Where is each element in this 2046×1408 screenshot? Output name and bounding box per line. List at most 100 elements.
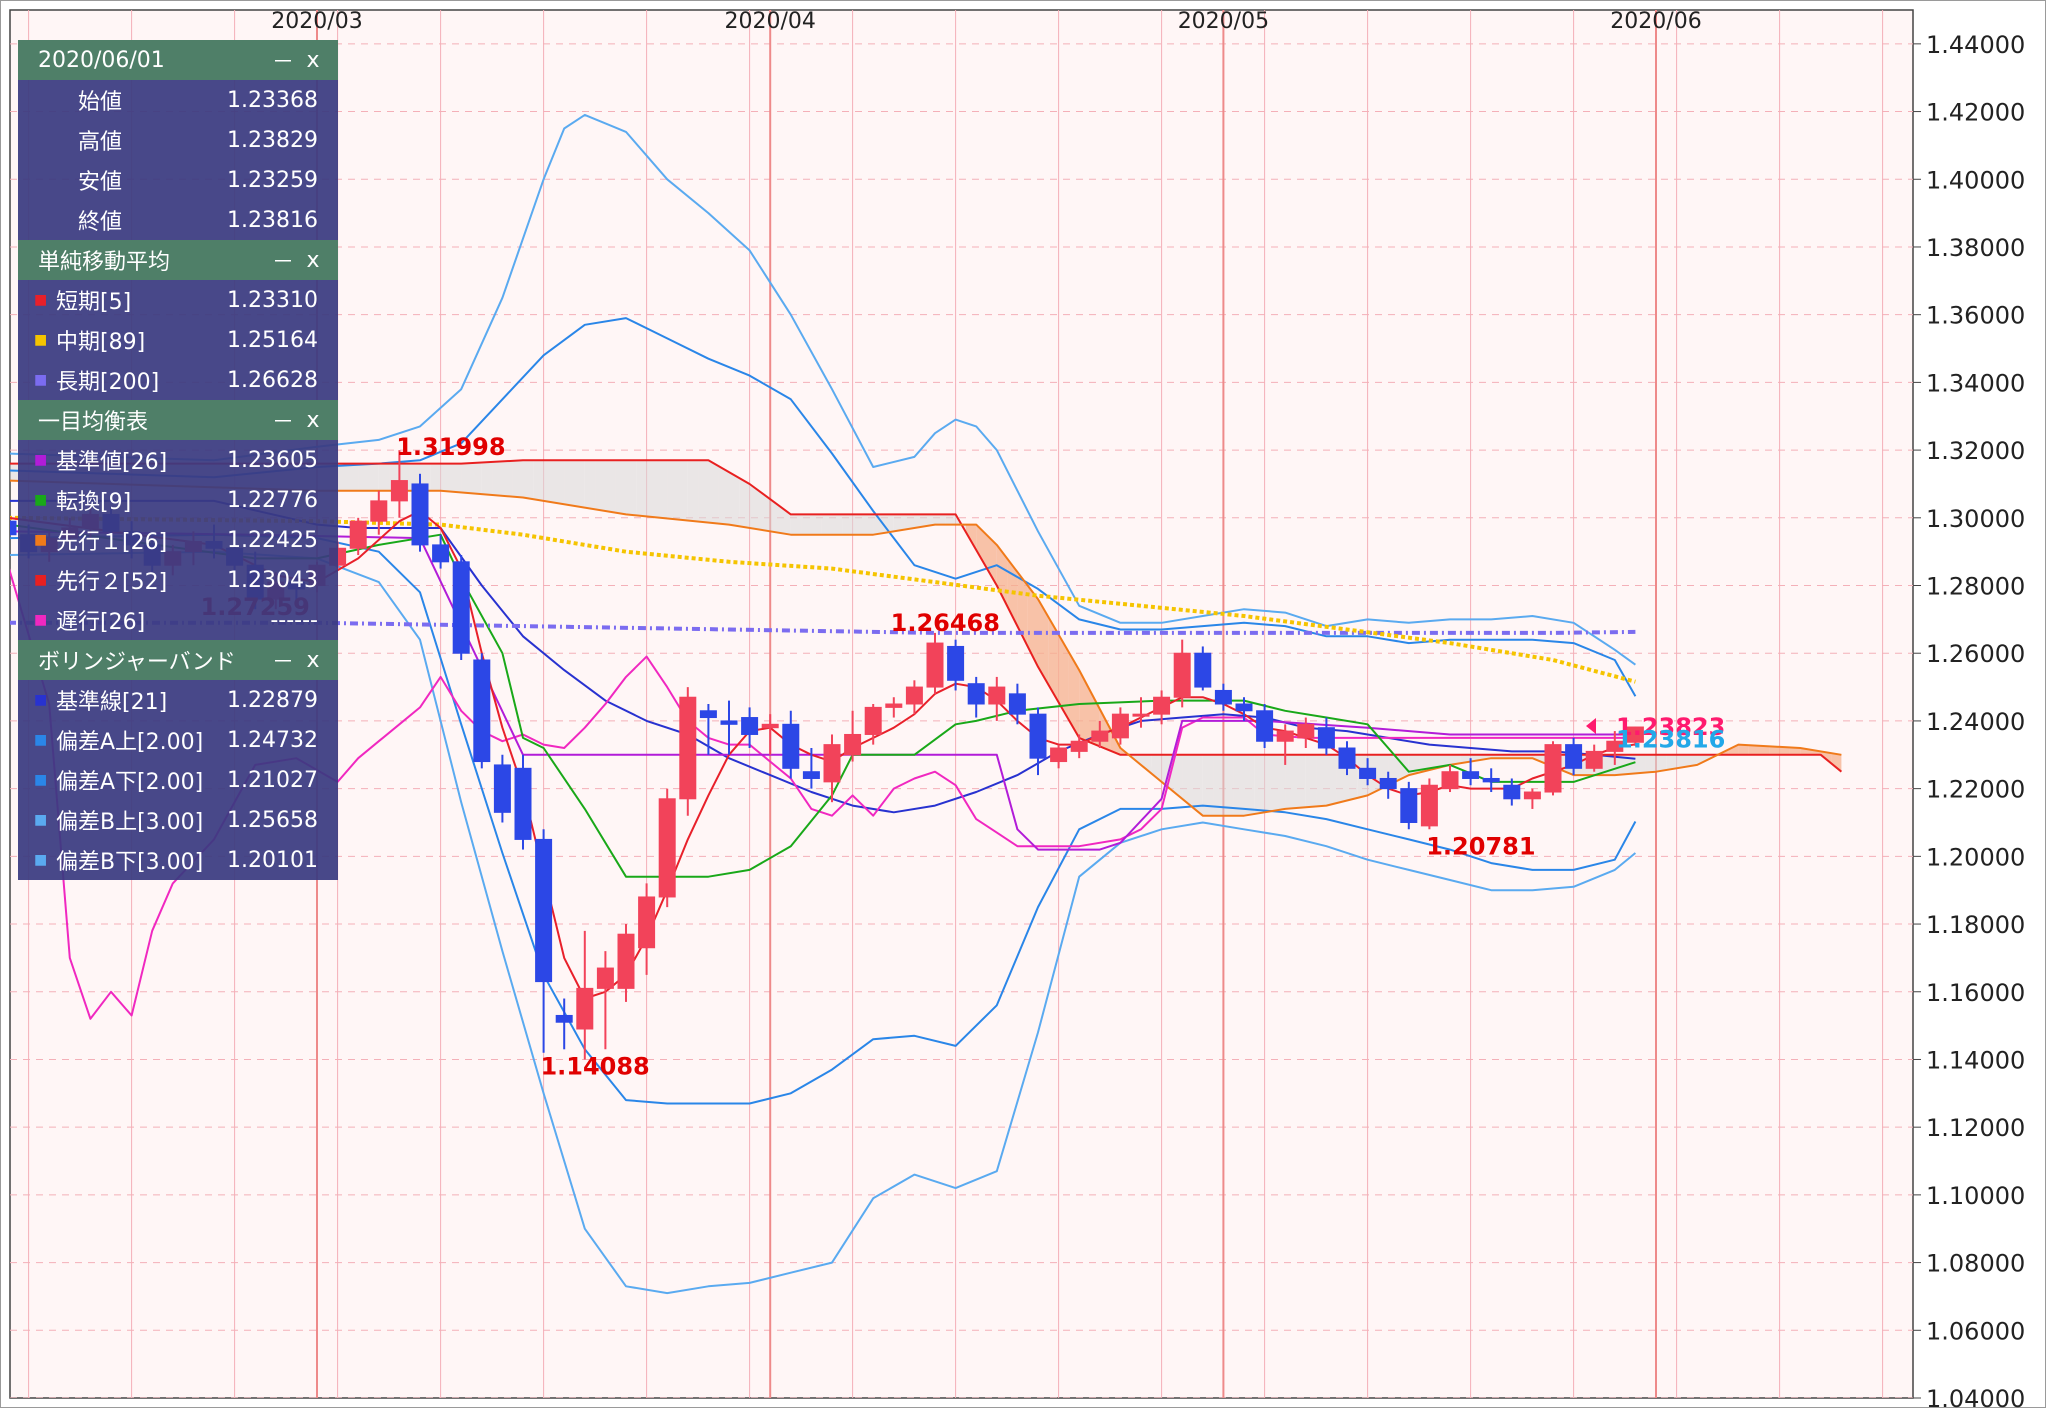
candle-down <box>967 683 985 705</box>
ichimoku-cloud-segment <box>1305 754 1317 808</box>
y-tick-label: 1.24000 <box>1926 708 2025 736</box>
ichimoku-cloud-segment <box>533 460 544 501</box>
sma-row-short: ■ 短期[5] 1.23310 <box>18 280 338 320</box>
ohlc-row-close: 終値 1.23816 <box>18 200 338 240</box>
candle-down <box>1565 744 1583 769</box>
candle-up <box>761 723 779 729</box>
y-tick-label: 1.34000 <box>1926 369 2025 397</box>
ichimoku-cloud-segment <box>605 460 616 513</box>
candle-down <box>802 771 820 779</box>
ichimoku-cloud-segment <box>862 514 874 535</box>
sma-title: 単純移動平均 <box>38 250 171 275</box>
legend-dot-icon: ■ <box>34 492 48 508</box>
ichimoku-cloud-segment <box>347 463 359 491</box>
candle-up <box>988 686 1006 705</box>
ichimoku-cloud-segment <box>842 514 853 535</box>
candle-down <box>1503 784 1521 800</box>
legend-dot-icon: ■ <box>34 332 48 348</box>
y-tick-label: 1.44000 <box>1926 31 2025 59</box>
ichimoku-cloud-segment <box>852 514 863 535</box>
ichimoku-cloud-segment <box>440 463 451 492</box>
indicator-value: 1.25164 <box>227 327 318 353</box>
ichimoku-cloud-segment <box>945 514 956 525</box>
sma-minimize-button[interactable]: － <box>268 244 298 276</box>
bollinger-row-a-upper: ■ 偏差A上[2.00] 1.24732 <box>18 720 338 760</box>
month-label: 2020/06 <box>1610 9 1701 34</box>
ichimoku-cloud-segment <box>358 463 369 491</box>
ohlc-label: 安値 <box>78 170 123 195</box>
indicator-label: 先行２[52] <box>56 570 168 595</box>
ichimoku-cloud-segment <box>667 460 678 520</box>
candle-down <box>1194 652 1212 688</box>
ohlc-panel-header: 2020/06/01 － x <box>18 40 338 80</box>
ichimoku-cloud-segment <box>1656 754 1667 772</box>
candle-up <box>596 967 614 989</box>
ohlc-date: 2020/06/01 <box>38 47 165 73</box>
month-label: 2020/04 <box>724 9 815 34</box>
indicator-value: 1.24732 <box>227 727 318 753</box>
ichimoku-cloud-segment <box>502 460 513 497</box>
ichimoku-cloud-segment <box>461 463 472 494</box>
indicator-label: 基準値[26] <box>56 450 168 475</box>
bollinger-row-mid: ■ 基準線[21] 1.22879 <box>18 680 338 720</box>
ichimoku-cloud-segment <box>481 461 493 495</box>
indicator-value: 1.22879 <box>227 687 318 713</box>
bollinger-minimize-button[interactable]: － <box>268 644 298 676</box>
candle-up <box>1153 696 1171 715</box>
ohlc-value: 1.23829 <box>227 127 318 153</box>
bollinger-close-button[interactable]: x <box>298 648 328 673</box>
candle-down <box>1482 777 1500 783</box>
ichimoku-cloud-segment <box>821 514 832 535</box>
ichimoku-cloud-segment <box>615 460 626 515</box>
ichimoku-minimize-button[interactable]: － <box>268 404 298 436</box>
ichimoku-cloud-segment <box>801 514 812 535</box>
ichimoku-row-chikou: ■ 遅行[26] ------ <box>18 600 338 640</box>
indicator-value: 1.22425 <box>227 527 318 553</box>
indicator-label: 長期[200] <box>56 370 160 395</box>
legend-dot-icon: ■ <box>34 572 48 588</box>
indicator-value: 1.25658 <box>227 807 318 833</box>
ohlc-value: 1.23368 <box>227 87 318 113</box>
indicator-label: 偏差B上[3.00] <box>56 810 204 835</box>
indicator-value: 1.23605 <box>227 447 318 473</box>
ichimoku-cloud-segment <box>337 463 348 491</box>
candle-down <box>1359 767 1377 779</box>
candle-up <box>905 686 923 705</box>
ohlc-value: 1.23259 <box>227 167 318 193</box>
legend-dot-icon: ■ <box>34 452 48 468</box>
legend-dot-icon: ■ <box>34 292 48 308</box>
legend-dot-icon: ■ <box>34 852 48 868</box>
ichimoku-row-senkou1: ■ 先行１[26] 1.22425 <box>18 520 338 560</box>
candle-up <box>1050 747 1068 763</box>
candle-up <box>1091 730 1109 742</box>
legend-dot-icon: ■ <box>34 812 48 828</box>
ichimoku-cloud-segment <box>512 460 523 498</box>
candle-down <box>535 838 553 983</box>
y-tick-label: 1.08000 <box>1926 1250 2025 1278</box>
ichimoku-cloud-segment <box>708 460 719 524</box>
price-annotation: 1.20781 <box>1426 833 1535 861</box>
ichimoku-cloud-segment <box>790 514 802 535</box>
indicator-label: 転換[9] <box>56 490 132 515</box>
ichimoku-cloud-segment <box>543 460 554 503</box>
y-tick-label: 1.28000 <box>1926 573 2025 601</box>
ohlc-close-button[interactable]: x <box>298 48 328 73</box>
candle-up <box>1441 771 1459 790</box>
ichimoku-cloud-segment <box>935 514 946 525</box>
ichimoku-cloud-segment <box>1645 754 1656 773</box>
candle-down <box>1256 710 1274 742</box>
ohlc-label: 始値 <box>78 90 123 115</box>
ichimoku-cloud-segment <box>1326 754 1337 806</box>
sma-close-button[interactable]: x <box>298 248 328 273</box>
ichimoku-cloud-segment <box>646 460 657 518</box>
ohlc-value: 1.23816 <box>227 207 318 233</box>
legend-dot-icon: ■ <box>34 772 48 788</box>
candle-up <box>1420 784 1438 827</box>
legend-dot-icon: ■ <box>34 732 48 748</box>
candle-up <box>1585 750 1603 769</box>
ichimoku-close-button[interactable]: x <box>298 408 328 433</box>
ohlc-minimize-button[interactable]: － <box>268 44 298 76</box>
indicator-info-panel: 2020/06/01 － x 始値 1.23368 高値 1.23829 安値 … <box>18 40 338 880</box>
candle-up <box>638 896 656 949</box>
ichimoku-cloud-segment <box>893 514 905 532</box>
